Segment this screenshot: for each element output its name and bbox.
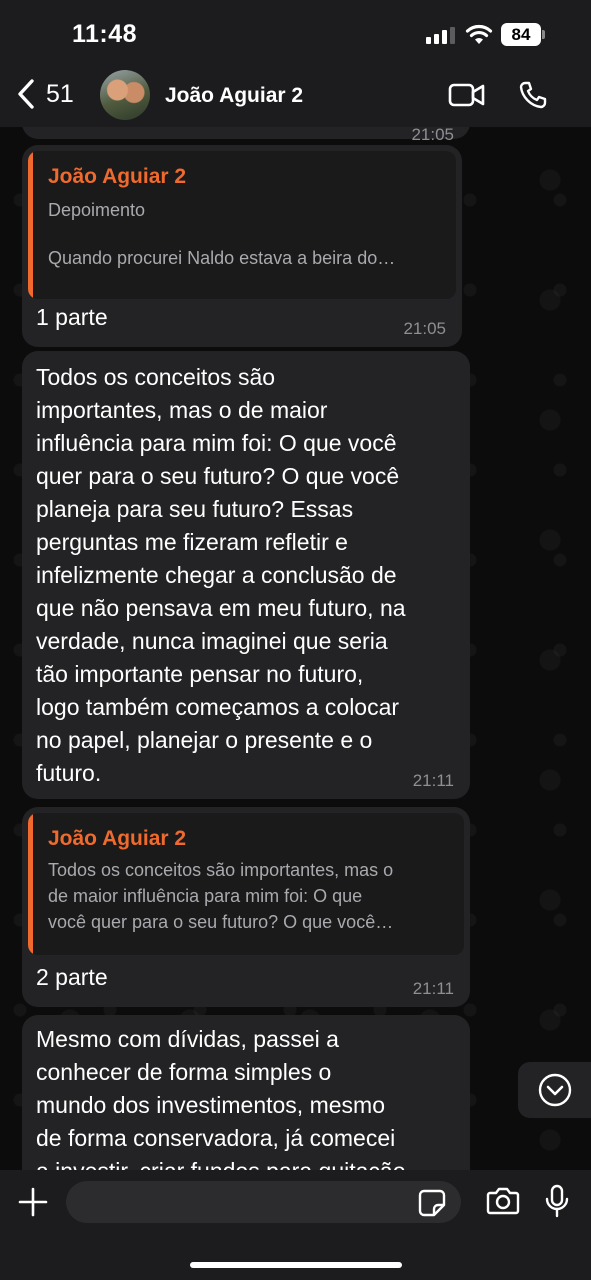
microphone-icon[interactable] <box>544 1184 570 1218</box>
cellular-signal-icon <box>426 27 455 44</box>
quote-author: João Aguiar 2 <box>48 165 187 188</box>
battery-tip <box>542 30 545 39</box>
chevron-left-icon <box>18 79 34 109</box>
composer-bar <box>0 1170 591 1280</box>
wifi-icon <box>465 24 493 44</box>
message-time: 21:11 <box>412 979 454 998</box>
contact-name[interactable]: João Aguiar 2 <box>165 84 303 108</box>
quote-author: João Aguiar 2 <box>48 827 187 850</box>
message-time: 21:05 <box>403 319 446 338</box>
sticker-icon[interactable] <box>418 1189 446 1217</box>
message-input[interactable] <box>66 1181 461 1223</box>
camera-icon[interactable] <box>486 1186 520 1216</box>
battery-indicator: 84 <box>501 23 541 46</box>
status-time: 11:48 <box>72 20 138 48</box>
chevron-down-circle-icon <box>538 1073 571 1107</box>
back-button[interactable]: 51 <box>16 78 74 110</box>
quoted-message[interactable]: João Aguiar 2 Todos os conceitos são imp… <box>28 813 464 955</box>
message-time: 21:05 <box>411 127 454 144</box>
quote-line: Todos os conceitos são importantes, mas … <box>48 860 394 880</box>
message-time: 21:11 <box>412 771 454 790</box>
phone-call-icon[interactable] <box>518 80 548 110</box>
message-text: Todos os conceitos são importantes, mas … <box>36 364 406 786</box>
message-bubble[interactable]: João Aguiar 2 Todos os conceitos são imp… <box>22 807 470 1007</box>
message-text: 2 parte <box>36 964 108 990</box>
message-bubble[interactable]: João Aguiar 2 Depoimento Quando procurei… <box>22 145 462 347</box>
message-bubble[interactable]: Mesmo com dívidas, passei a conhecer de … <box>22 1015 470 1170</box>
quote-line: de maior influência para mim foi: O que <box>48 886 363 906</box>
message-list[interactable]: 21:05 João Aguiar 2 Depoimento Quando pr… <box>0 127 591 1170</box>
message-bubble[interactable]: Todos os conceitos são importantes, mas … <box>22 351 470 799</box>
message-bubble-partial[interactable]: 21:05 <box>22 127 470 144</box>
scroll-to-bottom-button[interactable] <box>518 1062 591 1118</box>
unread-count: 51 <box>46 79 74 108</box>
quote-line: você quer para o seu futuro? O que você… <box>48 912 394 932</box>
video-call-icon[interactable] <box>448 82 486 108</box>
home-indicator <box>190 1262 402 1268</box>
quote-line: Quando procurei Naldo estava a beira do… <box>48 248 396 268</box>
quote-line: Depoimento <box>48 200 146 220</box>
plus-icon[interactable] <box>18 1187 48 1217</box>
contact-avatar[interactable] <box>100 70 150 120</box>
chat-header: 11:48 84 51 João Aguiar 2 <box>0 0 591 127</box>
message-text: Mesmo com dívidas, passei a conhecer de … <box>36 1026 405 1170</box>
message-text: 1 parte <box>36 304 108 330</box>
quoted-message[interactable]: João Aguiar 2 Depoimento Quando procurei… <box>28 151 456 299</box>
